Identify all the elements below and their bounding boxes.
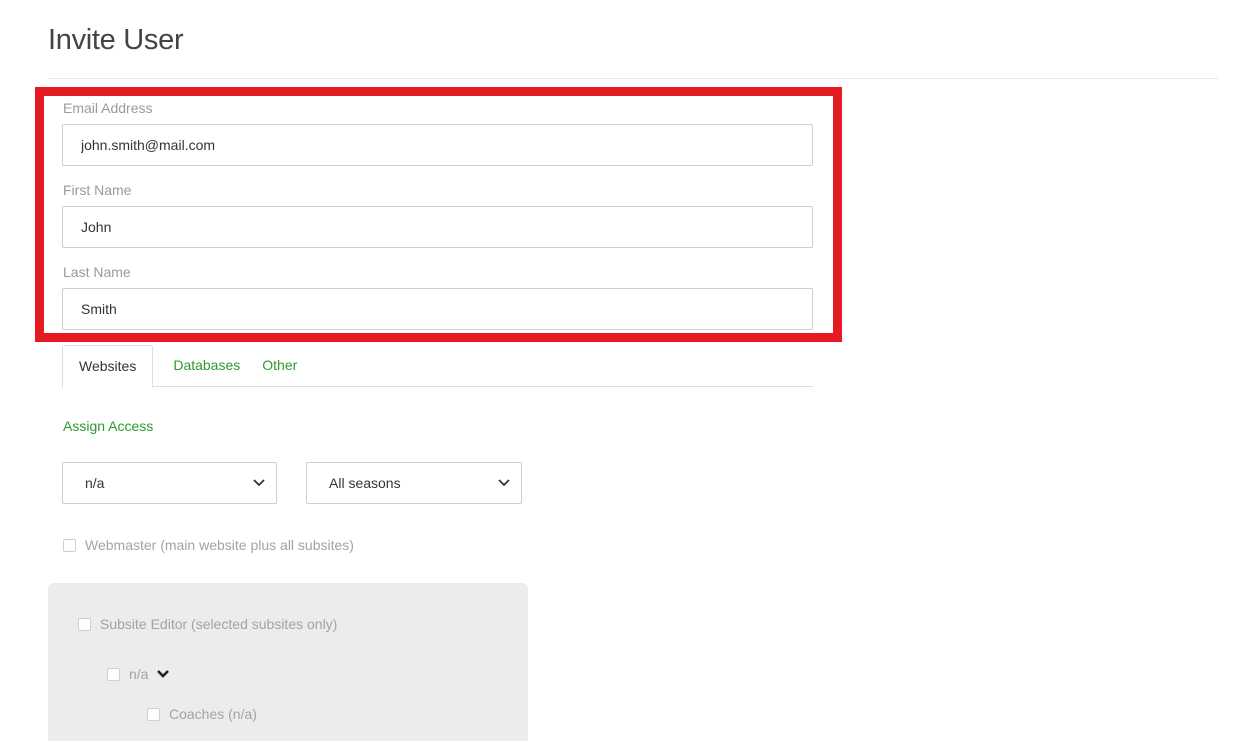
subsite-item-label: n/a [129, 666, 149, 682]
chevron-down-icon[interactable] [156, 669, 170, 679]
subsite-item: n/a [107, 666, 170, 682]
webmaster-option: Webmaster (main website plus all subsite… [63, 537, 354, 553]
website-select[interactable]: n/a [62, 462, 277, 504]
coaches-label: Coaches (n/a) [169, 706, 257, 722]
website-select-value: n/a [85, 475, 105, 491]
tab-other[interactable]: Other [260, 345, 299, 387]
tab-websites[interactable]: Websites [62, 345, 154, 388]
assign-access-link[interactable]: Assign Access [63, 418, 153, 434]
coaches-option: Coaches (n/a) [147, 706, 257, 722]
season-select[interactable]: All seasons [306, 462, 522, 504]
tab-databases[interactable]: Databases [171, 345, 242, 387]
webmaster-checkbox[interactable] [63, 538, 76, 552]
last-name-field[interactable] [62, 288, 813, 330]
coaches-checkbox[interactable] [147, 707, 160, 721]
title-divider [48, 78, 1218, 79]
first-name-label: First Name [63, 182, 132, 198]
webmaster-label: Webmaster (main website plus all subsite… [85, 537, 354, 553]
email-field[interactable] [62, 124, 813, 166]
page-title: Invite User [48, 24, 184, 56]
last-name-label: Last Name [63, 264, 131, 280]
subsite-editor-label: Subsite Editor (selected subsites only) [100, 616, 338, 632]
chevron-down-icon [497, 476, 511, 490]
chevron-down-icon [252, 476, 266, 490]
subsite-item-checkbox[interactable] [107, 667, 120, 681]
access-tabs: Websites Databases Other [62, 345, 813, 388]
email-label: Email Address [63, 100, 153, 116]
season-select-value: All seasons [329, 475, 401, 491]
subsite-editor-checkbox[interactable] [78, 617, 91, 631]
subsite-editor-option: Subsite Editor (selected subsites only) [78, 616, 337, 632]
subsite-editor-panel [48, 583, 528, 741]
first-name-field[interactable] [62, 206, 813, 248]
